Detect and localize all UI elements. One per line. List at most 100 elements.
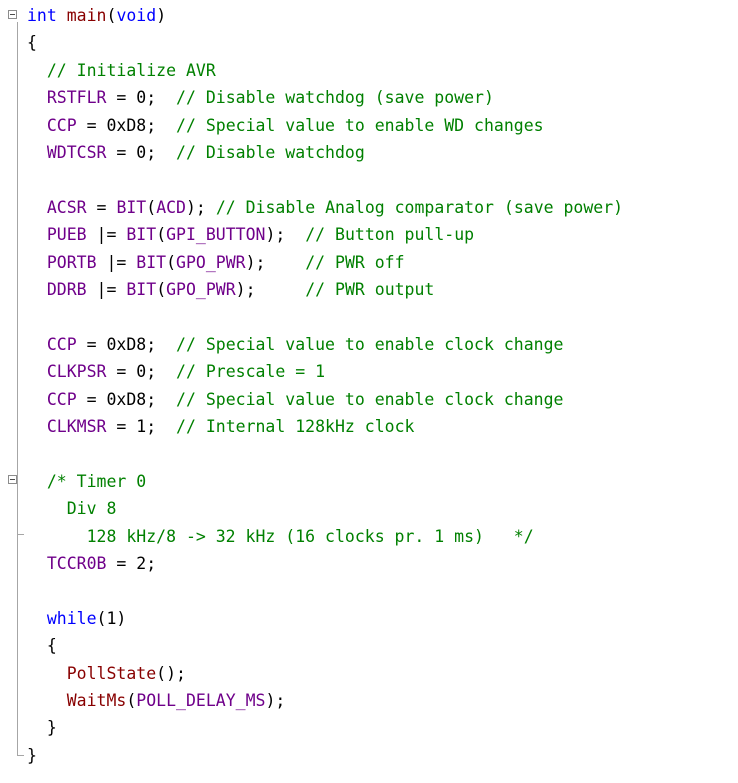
macro-token: POLL_DELAY_MS	[136, 691, 266, 710]
comment-token: // Special value to enable clock change	[176, 389, 564, 409]
code-text: |=	[86, 280, 127, 299]
code-editor[interactable]: int main(void) { // Initialize AVR RSTFLR…	[0, 0, 738, 783]
code-line[interactable]: RSTFLR = 0; // Disable watchdog (save po…	[27, 84, 494, 111]
comment-token: 128 kHz/8 -> 32 kHz (16 clocks pr. 1 ms)…	[46, 526, 534, 546]
fold-collapse-icon[interactable]	[8, 10, 17, 19]
code-line[interactable]: WDTCSR = 0; // Disable watchdog	[27, 139, 365, 166]
code-text: }	[27, 718, 57, 738]
macro-token: CCP	[46, 115, 77, 135]
code-text: );	[265, 691, 286, 710]
code-text: (	[156, 280, 167, 299]
code-text: = 0;	[106, 88, 177, 108]
macro-token: CLKPSR	[46, 362, 107, 382]
code-text: );	[235, 280, 306, 299]
macro-token: TCCR0B	[46, 554, 107, 573]
code-text: (1)	[96, 608, 127, 628]
function-token: PollState	[66, 663, 157, 683]
code-text: {	[27, 33, 37, 53]
code-text: = 0xD8;	[76, 115, 177, 135]
macro-token: ACSR	[46, 197, 87, 217]
code-line[interactable]: TCCR0B = 2;	[27, 550, 156, 577]
code-line[interactable]: // Initialize AVR	[27, 57, 216, 84]
macro-token: GPI_BUTTON	[166, 225, 266, 245]
macro-token: CLKMSR	[46, 417, 107, 436]
macro-token: GPO_PWR	[176, 252, 246, 272]
code-line[interactable]: PORTB |= BIT(GPO_PWR); // PWR off	[27, 249, 405, 276]
fold-guide-comment-end	[17, 534, 24, 535]
code-line[interactable]: }	[27, 714, 57, 741]
comment-token: // Disable watchdog (save power)	[176, 88, 494, 108]
macro-token: WDTCSR	[46, 143, 107, 162]
code-line[interactable]: Div 8	[27, 495, 117, 522]
code-line[interactable]: CLKPSR = 0; // Prescale = 1	[27, 358, 325, 385]
macro-token: CCP	[46, 334, 77, 354]
comment-token: // Special value to enable WD changes	[176, 115, 544, 135]
code-text: (	[126, 691, 137, 710]
code-line[interactable]: 128 kHz/8 -> 32 kHz (16 clocks pr. 1 ms)…	[27, 523, 534, 550]
code-text: = 2;	[106, 554, 157, 573]
code-line[interactable]: int main(void)	[27, 2, 166, 29]
fold-guide-comment	[17, 486, 18, 534]
code-line[interactable]: PUEB |= BIT(GPI_BUTTON); // Button pull-…	[27, 221, 474, 248]
code-line[interactable]: while(1)	[27, 605, 126, 632]
code-text: );	[265, 225, 306, 245]
code-line[interactable]: CCP = 0xD8; // Special value to enable c…	[27, 386, 564, 413]
code-line[interactable]: }	[27, 742, 37, 769]
code-line[interactable]: PollState();	[27, 660, 186, 687]
comment-token: // Initialize AVR	[46, 60, 216, 80]
macro-token: PORTB	[46, 252, 97, 272]
comment-token: // Button pull-up	[305, 225, 475, 245]
macro-token: PUEB	[46, 225, 87, 245]
macro-token: DDRB	[46, 280, 87, 299]
comment-token: /* Timer 0	[46, 471, 147, 491]
comment-token: // PWR off	[305, 252, 405, 272]
comment-token: // Special value to enable clock change	[176, 334, 564, 354]
code-text: = 0xD8;	[76, 334, 177, 354]
code-text: }	[27, 745, 37, 765]
code-text: {	[27, 636, 57, 656]
code-line[interactable]: CCP = 0xD8; // Special value to enable c…	[27, 331, 564, 358]
comment-token: // Disable Analog comparator (save power…	[215, 197, 624, 217]
code-text: |=	[96, 252, 137, 272]
comment-token: // Prescale = 1	[176, 362, 326, 382]
keyword-token: void	[116, 6, 157, 25]
code-line[interactable]: CLKMSR = 1; // Internal 128kHz clock	[27, 413, 415, 440]
code-line[interactable]: ACSR = BIT(ACD); // Disable Analog compa…	[27, 194, 623, 221]
code-line[interactable]: DDRB |= BIT(GPO_PWR); // PWR output	[27, 276, 434, 303]
macro-token: BIT	[116, 197, 147, 217]
fold-collapse-icon[interactable]	[8, 475, 17, 484]
comment-token: // PWR output	[305, 280, 435, 299]
code-text: )	[156, 6, 167, 25]
code-text: = 1;	[106, 417, 177, 436]
comment-token: // Internal 128kHz clock	[176, 417, 415, 436]
code-text: );	[186, 197, 216, 217]
code-line[interactable]: {	[27, 29, 37, 56]
code-line[interactable]: /* Timer 0	[27, 468, 146, 495]
comment-token: Div 8	[46, 499, 117, 519]
code-line[interactable]: {	[27, 632, 57, 659]
code-line[interactable]: WaitMs(POLL_DELAY_MS);	[27, 687, 286, 714]
code-text: (	[146, 197, 157, 217]
code-line[interactable]: CCP = 0xD8; // Special value to enable W…	[27, 112, 544, 139]
code-text: ();	[156, 663, 186, 683]
code-text: (	[106, 6, 117, 25]
code-text: (	[166, 252, 177, 272]
comment-token: // Disable watchdog	[176, 143, 365, 162]
fold-guide-main-end	[17, 755, 24, 756]
function-token: main	[66, 6, 107, 25]
